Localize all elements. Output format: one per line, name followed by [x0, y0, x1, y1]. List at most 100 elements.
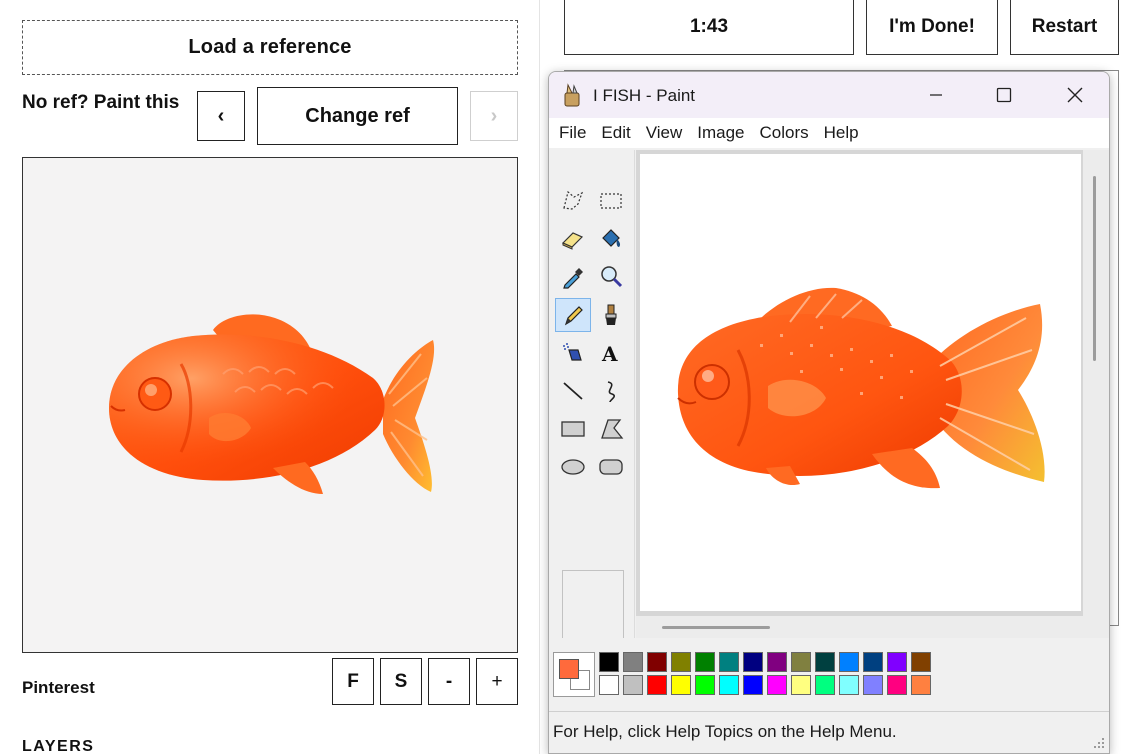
- title-bar[interactable]: I FISH - Paint: [549, 72, 1109, 118]
- zoom-out-button[interactable]: -: [428, 658, 470, 705]
- palette-swatch[interactable]: [863, 652, 883, 672]
- palette-swatch[interactable]: [743, 652, 763, 672]
- palette-swatch[interactable]: [791, 652, 811, 672]
- no-ref-label: No ref? Paint this: [22, 92, 180, 113]
- eyedropper-icon: [563, 268, 583, 289]
- palette-swatch[interactable]: [647, 675, 667, 695]
- timer-display: 1:43: [564, 0, 854, 55]
- text-tool[interactable]: A: [593, 336, 629, 370]
- next-ref-button[interactable]: ›: [470, 91, 518, 141]
- image-source-label: Pinterest: [22, 678, 95, 697]
- palette-swatch[interactable]: [719, 652, 739, 672]
- horizontal-scrollbar[interactable]: [636, 616, 1109, 638]
- status-bar: For Help, click Help Topics on the Help …: [549, 711, 1109, 753]
- menu-edit[interactable]: Edit: [601, 123, 630, 143]
- change-ref-button[interactable]: Change ref: [257, 87, 458, 145]
- eraser-icon: [561, 232, 584, 250]
- current-colors[interactable]: [553, 652, 595, 697]
- foreground-color-swatch: [559, 659, 579, 679]
- pencil-icon: [564, 306, 583, 326]
- palette-swatch[interactable]: [863, 675, 883, 695]
- paint-window: I FISH - Paint File Edit View Image Colo…: [548, 71, 1110, 754]
- palette-swatch[interactable]: [647, 652, 667, 672]
- brush-icon: [605, 304, 617, 325]
- restart-button[interactable]: Restart: [1010, 0, 1119, 55]
- zoom-in-button[interactable]: +: [476, 658, 518, 705]
- toolbox: A: [551, 150, 635, 669]
- free-select-icon: [563, 190, 584, 210]
- menu-colors[interactable]: Colors: [760, 123, 809, 143]
- rect-select-tool[interactable]: [593, 184, 629, 218]
- paint-bucket-icon: [602, 229, 621, 247]
- color-picker-tool[interactable]: [555, 260, 591, 294]
- color-palette: [549, 638, 1109, 713]
- palette-swatch[interactable]: [911, 675, 931, 695]
- rounded-rectangle-tool[interactable]: [593, 450, 629, 484]
- airbrush-tool[interactable]: [555, 336, 591, 370]
- rectangle-icon: [561, 421, 585, 437]
- palette-swatch[interactable]: [599, 675, 619, 695]
- menu-file[interactable]: File: [559, 123, 586, 143]
- menu-help[interactable]: Help: [824, 123, 859, 143]
- palette-swatch[interactable]: [767, 652, 787, 672]
- rectangle-tool[interactable]: [555, 412, 591, 446]
- palette-swatch[interactable]: [695, 675, 715, 695]
- maximize-button[interactable]: [981, 72, 1027, 118]
- close-icon: [1067, 87, 1083, 103]
- window-title: I FISH - Paint: [593, 86, 696, 105]
- canvas-area: [636, 150, 1109, 638]
- palette-swatch[interactable]: [887, 652, 907, 672]
- rounded-rectangle-icon: [599, 459, 623, 475]
- size-button[interactable]: S: [380, 658, 422, 705]
- palette-swatch[interactable]: [623, 652, 643, 672]
- fit-button[interactable]: F: [332, 658, 374, 705]
- ellipse-icon: [561, 459, 585, 475]
- palette-swatch[interactable]: [815, 652, 835, 672]
- brush-tool[interactable]: [593, 298, 629, 332]
- curve-icon: [607, 381, 616, 403]
- palette-swatch[interactable]: [839, 675, 859, 695]
- close-button[interactable]: [1052, 72, 1098, 118]
- drawing-canvas[interactable]: [640, 154, 1081, 611]
- reference-image: [22, 157, 518, 653]
- palette-swatch[interactable]: [887, 675, 907, 695]
- resize-grip-icon[interactable]: [1093, 737, 1105, 749]
- reference-panel: Load a reference No ref? Paint this ‹ Ch…: [0, 0, 540, 754]
- palette-swatch[interactable]: [815, 675, 835, 695]
- previous-ref-button[interactable]: ‹: [197, 91, 245, 141]
- menu-bar: File Edit View Image Colors Help: [549, 118, 1109, 148]
- eraser-tool[interactable]: [555, 222, 591, 256]
- palette-swatch[interactable]: [791, 675, 811, 695]
- palette-swatch[interactable]: [719, 675, 739, 695]
- palette-swatch[interactable]: [695, 652, 715, 672]
- free-select-tool[interactable]: [555, 184, 591, 218]
- palette-swatch[interactable]: [671, 675, 691, 695]
- horizontal-scroll-thumb[interactable]: [662, 626, 770, 629]
- ellipse-tool[interactable]: [555, 450, 591, 484]
- airbrush-icon: [563, 343, 582, 361]
- palette-swatch[interactable]: [767, 675, 787, 695]
- palette-swatch[interactable]: [671, 652, 691, 672]
- palette-swatch[interactable]: [599, 652, 619, 672]
- status-text: For Help, click Help Topics on the Help …: [553, 722, 897, 741]
- polygon-icon: [601, 419, 624, 439]
- palette-swatch[interactable]: [839, 652, 859, 672]
- polygon-tool[interactable]: [593, 412, 629, 446]
- menu-view[interactable]: View: [646, 123, 683, 143]
- maximize-icon: [996, 87, 1012, 103]
- load-reference-button[interactable]: Load a reference: [22, 20, 518, 75]
- palette-swatch[interactable]: [623, 675, 643, 695]
- menu-image[interactable]: Image: [697, 123, 744, 143]
- pencil-tool[interactable]: [555, 298, 591, 332]
- curve-tool[interactable]: [593, 374, 629, 408]
- palette-swatch[interactable]: [743, 675, 763, 695]
- fill-tool[interactable]: [593, 222, 629, 256]
- palette-swatch[interactable]: [911, 652, 931, 672]
- magnifier-tool[interactable]: [593, 260, 629, 294]
- vertical-scroll-thumb[interactable]: [1093, 176, 1096, 361]
- minimize-button[interactable]: [913, 72, 959, 118]
- vertical-scrollbar[interactable]: [1083, 150, 1109, 620]
- canvas-fish-drawing: [677, 287, 1045, 489]
- done-button[interactable]: I'm Done!: [866, 0, 998, 55]
- line-tool[interactable]: [555, 374, 591, 408]
